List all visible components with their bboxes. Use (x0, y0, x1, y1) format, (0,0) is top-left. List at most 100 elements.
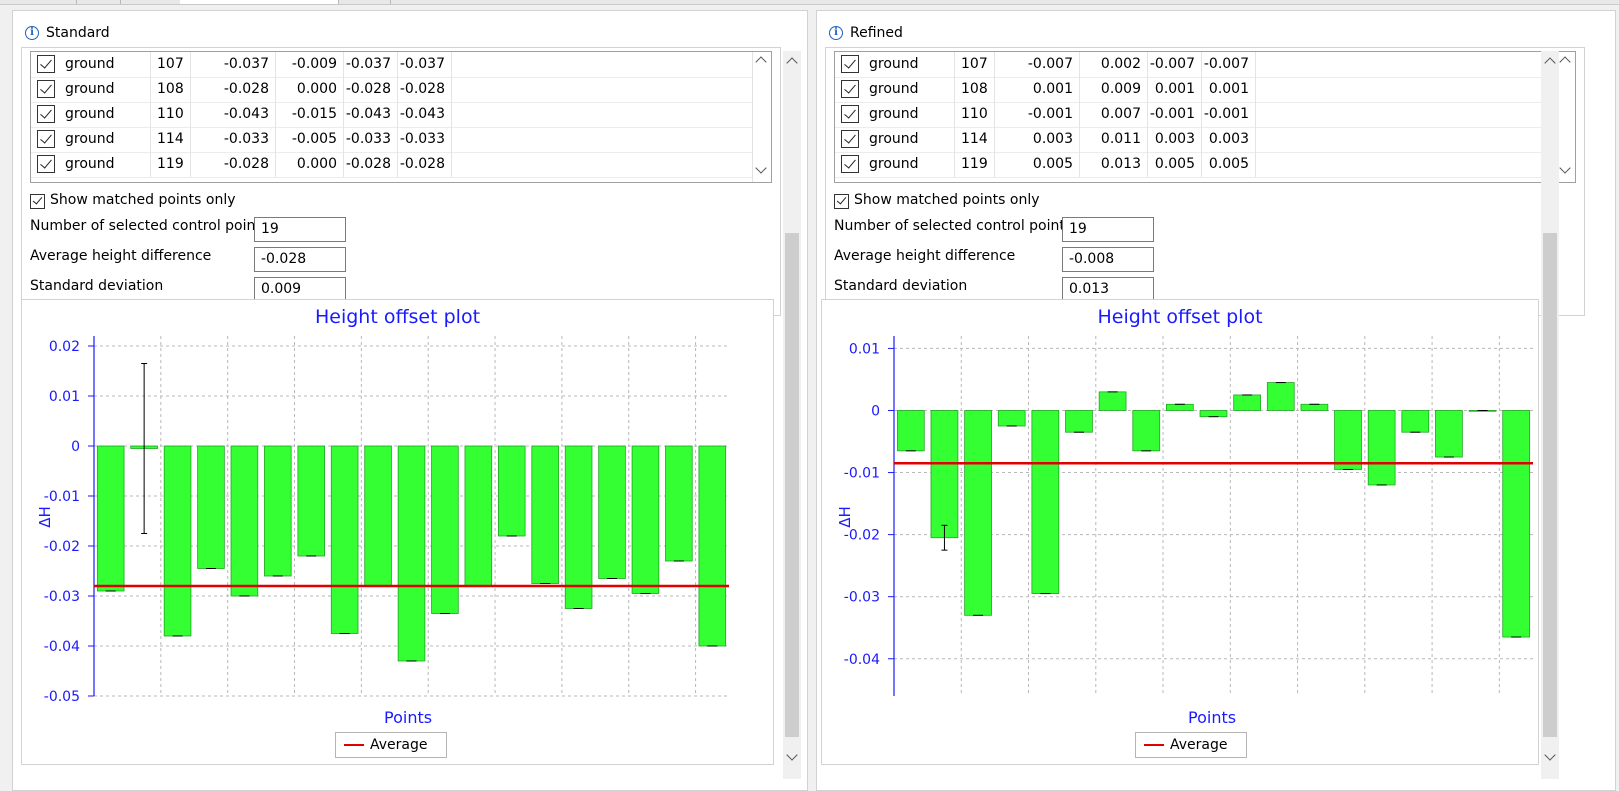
table-row[interactable]: ground 114 -0.033 -0.005 -0.033 -0.033 (31, 127, 753, 153)
row-value-3: -0.037 (344, 52, 398, 77)
row-checkbox[interactable] (37, 130, 55, 148)
table-scrollbar[interactable] (752, 52, 771, 182)
scrollbar-thumb[interactable] (785, 233, 799, 737)
show-matched-label: Show matched points only (854, 192, 1040, 208)
table-row[interactable]: ground 108 -0.028 0.000 -0.028 -0.028 (31, 77, 753, 103)
scroll-down-icon[interactable] (755, 162, 767, 174)
bar (1367, 410, 1396, 486)
bar (1502, 410, 1531, 638)
bar (1334, 410, 1362, 470)
bar (698, 445, 727, 647)
row-value-2: -0.015 (276, 102, 344, 127)
tab-strip (0, 0, 1619, 5)
row-value-1: -0.001 (995, 102, 1080, 127)
bar (431, 445, 459, 614)
points-table[interactable]: ground 107 -0.037 -0.009 -0.037 -0.037 g… (30, 51, 772, 183)
row-value-4: -0.028 (398, 152, 452, 177)
bar (1233, 394, 1261, 411)
y-tick-label: -0.03 (44, 589, 80, 605)
scroll-down-icon[interactable] (1544, 749, 1556, 761)
row-value-1: -0.007 (995, 52, 1080, 77)
table-row[interactable]: ground 108 0.001 0.009 0.001 0.001 (835, 77, 1557, 103)
row-value-4: -0.043 (398, 102, 452, 127)
row-name: ground (65, 106, 115, 122)
row-checkbox[interactable] (37, 80, 55, 98)
show-matched-checkbox[interactable] (30, 194, 45, 209)
info-icon: i (25, 26, 39, 40)
y-tick-label: 0 (71, 439, 80, 455)
bar (297, 445, 326, 557)
average-line-swatch (1144, 744, 1164, 746)
points-table[interactable]: ground 107 -0.007 0.002 -0.007 -0.007 gr… (834, 51, 1576, 183)
tab-2[interactable] (76, 0, 121, 4)
row-checkbox[interactable] (841, 105, 859, 123)
row-value-2: 0.007 (1080, 102, 1148, 127)
scroll-down-icon[interactable] (1559, 162, 1571, 174)
table-row[interactable]: ground 107 -0.007 0.002 -0.007 -0.007 (835, 52, 1557, 78)
row-value-4: 0.003 (1202, 127, 1256, 152)
bar (1132, 410, 1161, 452)
num-selected-field[interactable]: 19 (1062, 217, 1154, 242)
chart-svg: 0.01 0 -0.01 -0.02 -0.03 -0.04 (844, 336, 1533, 696)
row-value-1: 0.005 (995, 152, 1080, 177)
bar (364, 445, 392, 587)
row-checkbox[interactable] (841, 155, 859, 173)
height-offset-chart: Height offset plot 0.01 0 -0.01 -0.02 -0.03-… (821, 299, 1539, 765)
row-value-2: 0.000 (276, 152, 344, 177)
table-row[interactable]: ground 110 -0.043 -0.015 -0.043 -0.043 (31, 102, 753, 128)
scrollbar-thumb[interactable] (1543, 233, 1557, 737)
row-value-3: -0.033 (344, 127, 398, 152)
row-checkbox[interactable] (37, 155, 55, 173)
row-checkbox[interactable] (37, 105, 55, 123)
panel-scrollbar[interactable] (783, 51, 801, 779)
scroll-up-icon[interactable] (1559, 56, 1571, 68)
y-tick-label: -0.04 (44, 639, 80, 655)
row-value-2: 0.002 (1080, 52, 1148, 77)
table-row[interactable]: ground 114 0.003 0.011 0.003 0.003 (835, 127, 1557, 153)
tab-active[interactable] (180, 0, 339, 4)
bar (1300, 403, 1329, 411)
row-checkbox[interactable] (841, 80, 859, 98)
avg-height-field[interactable]: -0.028 (254, 247, 346, 272)
bar (230, 445, 259, 597)
table-row[interactable]: ground 119 -0.028 0.000 -0.028 -0.028 (31, 152, 753, 178)
table-row[interactable]: ground 107 -0.037 -0.009 -0.037 -0.037 (31, 52, 753, 78)
scroll-up-icon[interactable] (755, 56, 767, 68)
show-matched-label: Show matched points only (50, 192, 236, 208)
row-value-4: -0.028 (398, 77, 452, 102)
tab-5[interactable] (338, 0, 391, 4)
row-checkbox[interactable] (841, 130, 859, 148)
y-tick-label: 0.01 (49, 389, 80, 405)
panel-scrollbar[interactable] (1541, 51, 1559, 779)
row-checkbox[interactable] (37, 55, 55, 73)
bar (964, 410, 992, 616)
tab-3[interactable] (120, 0, 181, 4)
num-selected-field[interactable]: 19 (254, 217, 346, 242)
row-id: 119 (955, 152, 995, 177)
y-tick-label: -0.01 (44, 489, 80, 505)
row-value-3: -0.043 (344, 102, 398, 127)
scroll-up-icon[interactable] (1544, 57, 1556, 69)
y-tick-label: -0.05 (44, 689, 80, 705)
tab-1[interactable] (0, 0, 77, 4)
row-name: ground (869, 156, 919, 172)
panel-title: Refined (850, 25, 903, 41)
bar (896, 410, 925, 452)
row-name: ground (65, 156, 115, 172)
row-id: 114 (955, 127, 995, 152)
row-value-1: -0.028 (191, 152, 276, 177)
row-value-4: -0.001 (1202, 102, 1256, 127)
chart-legend: Average (1135, 732, 1247, 758)
num-selected-label: Number of selected control points (30, 218, 269, 234)
row-value-2: -0.005 (276, 127, 344, 152)
scroll-up-icon[interactable] (786, 57, 798, 69)
bar (163, 445, 192, 637)
height-offset-chart: Height offset plot 0.02 0.01 0 -0.01 -0.02 -0… (21, 299, 774, 765)
table-row[interactable]: ground 119 0.005 0.013 0.005 0.005 (835, 152, 1557, 178)
show-matched-checkbox[interactable] (834, 194, 849, 209)
table-row[interactable]: ground 110 -0.001 0.007 -0.001 -0.001 (835, 102, 1557, 128)
row-checkbox[interactable] (841, 55, 859, 73)
bar (665, 445, 693, 562)
avg-height-field[interactable]: -0.008 (1062, 247, 1154, 272)
scroll-down-icon[interactable] (786, 749, 798, 761)
